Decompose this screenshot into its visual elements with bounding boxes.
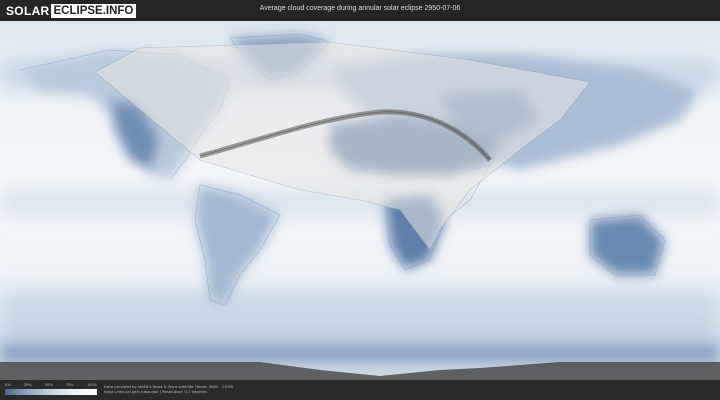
page-title: Average cloud coverage during annular so… — [259, 5, 461, 12]
legend-tick: 100% — [86, 383, 97, 387]
legend-color-bar — [5, 389, 97, 395]
legend-tick: 75% — [65, 383, 74, 387]
cloud-coverage-legend: 0% 25% 50% 75% 100% — [5, 383, 97, 397]
credit-line-2[interactable]: https://neo.sci.gsfc.nasa.gov | Resoluti… — [104, 389, 233, 394]
legend-ticks: 0% 25% 50% 75% 100% — [5, 383, 97, 387]
cloud-coverage-map — [0, 21, 720, 380]
legend-tick: 0% — [5, 383, 11, 387]
land-antarctica — [0, 345, 720, 362]
header-bar: SOLAR ECLIPSE.INFO Average cloud coverag… — [0, 0, 720, 21]
legend-tick: 50% — [44, 383, 53, 387]
world-map — [0, 21, 720, 380]
data-credit: Data provided by NASA's Aqua & Terra sat… — [104, 384, 233, 394]
legend-tick: 25% — [23, 383, 32, 387]
